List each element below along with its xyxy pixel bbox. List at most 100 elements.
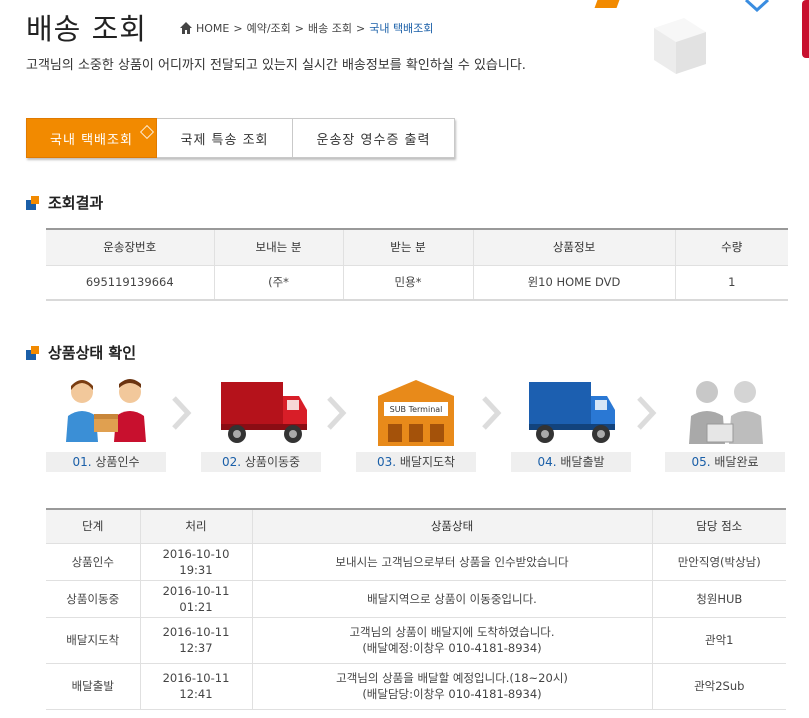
time-cell: 2016-10-11 12:41 — [140, 663, 253, 710]
terminal-sign: SUB Terminal — [390, 405, 443, 414]
time-cell: 2016-10-11 01:21 — [140, 580, 253, 618]
status-cell: 보내시는 고객님으로부터 상품을 인수받았습니다 — [252, 543, 653, 581]
step-number: 05. — [691, 455, 711, 469]
step-label: 03. 배달지도착 — [356, 452, 476, 472]
status-table: 단계 처리 상품상태 담당 점소 상품인수 2016-10-10 19:31 보… — [46, 508, 786, 710]
status-line: 배달지역으로 상품이 이동중입니다. — [367, 591, 537, 606]
delivered-icon — [689, 381, 763, 444]
breadcrumb-home[interactable]: HOME — [196, 22, 229, 35]
breadcrumb-separator: > — [233, 21, 243, 35]
step-number: 03. — [376, 455, 397, 469]
step-name: 배달출발 — [560, 455, 605, 469]
stage-cell: 배달지도착 — [46, 617, 141, 664]
result-table-header: 운송장번호 보내는 분 받는 분 상품정보 수량 — [46, 228, 788, 265]
table-row: 상품이동중 2016-10-11 01:21 배달지역으로 상품이 이동중입니다… — [46, 580, 786, 618]
table-row: 상품인수 2016-10-10 19:31 보내시는 고객님으로부터 상품을 인… — [46, 543, 786, 581]
step-label: 05. 배달완료 — [665, 452, 785, 472]
status-line: 보내시는 고객님으로부터 상품을 인수받았습니다 — [335, 554, 569, 569]
page-subtitle: 고객님의 소중한 상품이 어디까지 전달되고 있는지 실시간 배송정보를 확인하… — [26, 58, 526, 73]
red-truck-icon — [221, 382, 307, 443]
status-cell: 고객님의 상품을 배달할 예정입니다.(18~20시) (배달담당:이창우 01… — [252, 663, 653, 710]
step-label: 01. 상품인수 — [46, 452, 166, 472]
status-line: (배달예정:이창우 010-4181-8934) — [362, 641, 542, 655]
blue-truck-icon — [529, 382, 615, 443]
tab-international[interactable]: 국제 특송 조회 — [157, 118, 293, 158]
status-cell: 고객님의 상품이 배달지에 도착하였습니다. (배달예정:이창우 010-418… — [252, 617, 653, 664]
sender-name: (주* — [214, 264, 344, 301]
result-section-heading: 조회결과 — [26, 192, 103, 213]
sub-terminal-icon: SUB Terminal — [378, 380, 454, 446]
office-cell: 만안직영(박상남) — [652, 543, 786, 581]
step-label: 04. 배달출발 — [511, 452, 631, 472]
page-title: 배송 조회 — [26, 12, 147, 46]
breadcrumb-current: 국내 택배조회 — [369, 22, 434, 35]
handover-icon — [66, 379, 146, 442]
status-line: 고객님의 상품이 배달지에 도착하였습니다. — [349, 625, 555, 639]
receiver-name: 민용* — [343, 264, 474, 301]
product-info: 윈10 HOME DVD — [473, 264, 676, 301]
tracking-tabs: 국내 택배조회 국제 특송 조회 운송장 영수증 출력 — [26, 118, 455, 158]
table-row: 배달출발 2016-10-11 12:41 고객님의 상품을 배달할 예정입니다… — [46, 663, 786, 710]
breadcrumb-reservation[interactable]: 예약/조회 — [247, 20, 291, 36]
header-decoration-orange — [594, 0, 620, 8]
stage-cell: 배달출발 — [46, 663, 141, 710]
column-header: 처리 — [140, 508, 253, 544]
breadcrumb: HOME > 예약/조회 > 배송 조회 > 국내 택배조회 — [180, 20, 433, 36]
office-cell: 관악1 — [652, 617, 786, 664]
step-item: SUB Terminal 03. 배달지도착 — [356, 376, 476, 474]
section-bullet-icon — [26, 345, 40, 360]
step-label: 02. 상품이동중 — [201, 452, 321, 472]
stage-cell: 상품이동중 — [46, 580, 141, 618]
office-cell: 청원HUB — [652, 580, 786, 618]
column-header: 담당 점소 — [652, 508, 786, 544]
tab-domestic[interactable]: 국내 택배조회 — [26, 118, 157, 158]
status-line: 고객님의 상품을 배달할 예정입니다.(18~20시) — [336, 671, 568, 685]
column-header: 운송장번호 — [46, 228, 215, 265]
column-header: 받는 분 — [343, 228, 474, 265]
step-name: 배달지도착 — [399, 455, 456, 469]
header-decoration-red — [802, 0, 809, 58]
step-item: 01. 상품인수 — [46, 376, 166, 474]
step-number: 02. — [221, 455, 242, 469]
step-item: 05. 배달완료 — [665, 376, 785, 474]
delivery-steps: 01. 상품인수 02. 상품이동중 SUB Terminal 03. 배달지도… — [46, 376, 788, 476]
column-header: 보내는 분 — [214, 228, 344, 265]
table-row: 배달지도착 2016-10-11 12:37 고객님의 상품이 배달지에 도착하… — [46, 617, 786, 664]
quantity: 1 — [675, 264, 788, 301]
column-header: 단계 — [46, 508, 141, 544]
chevron-right-icon — [637, 396, 657, 430]
tab-receipt-print[interactable]: 운송장 영수증 출력 — [293, 118, 455, 158]
column-header: 상품상태 — [252, 508, 653, 544]
chevron-right-icon — [327, 396, 347, 430]
status-line: (배달담당:이창우 010-4181-8934) — [362, 687, 542, 701]
time-cell: 2016-10-11 12:37 — [140, 617, 253, 664]
status-table-header: 단계 처리 상품상태 담당 점소 — [46, 508, 786, 544]
cube-decoration-icon — [654, 18, 706, 74]
step-name: 상품인수 — [95, 455, 140, 469]
chevron-right-icon — [172, 396, 192, 430]
breadcrumb-tracking[interactable]: 배송 조회 — [308, 20, 352, 36]
result-section-title: 조회결과 — [48, 194, 104, 212]
result-table: 운송장번호 보내는 분 받는 분 상품정보 수량 695119139664 (주… — [46, 228, 788, 301]
section-bullet-icon — [26, 195, 40, 210]
home-icon — [180, 22, 192, 34]
tracking-number: 695119139664 — [46, 264, 215, 301]
status-section-heading: 상품상태 확인 — [26, 342, 136, 363]
status-cell: 배달지역으로 상품이 이동중입니다. — [252, 580, 653, 618]
step-number: 01. — [72, 455, 92, 469]
breadcrumb-separator: > — [355, 21, 366, 35]
step-name: 상품이동중 — [244, 455, 301, 469]
status-section-title: 상품상태 확인 — [48, 344, 137, 362]
step-name: 배달완료 — [714, 455, 759, 469]
stage-cell: 상품인수 — [46, 543, 141, 581]
check-decoration-icon — [744, 0, 770, 12]
column-header: 수량 — [675, 228, 788, 265]
office-cell: 관악2Sub — [652, 663, 786, 710]
table-row: 695119139664 (주* 민용* 윈10 HOME DVD 1 — [46, 264, 788, 301]
step-item: 04. 배달출발 — [511, 376, 631, 474]
step-item: 02. 상품이동중 — [201, 376, 321, 474]
breadcrumb-separator: > — [294, 21, 304, 35]
chevron-right-icon — [482, 396, 502, 430]
step-number: 04. — [537, 455, 557, 469]
time-cell: 2016-10-10 19:31 — [140, 543, 253, 581]
